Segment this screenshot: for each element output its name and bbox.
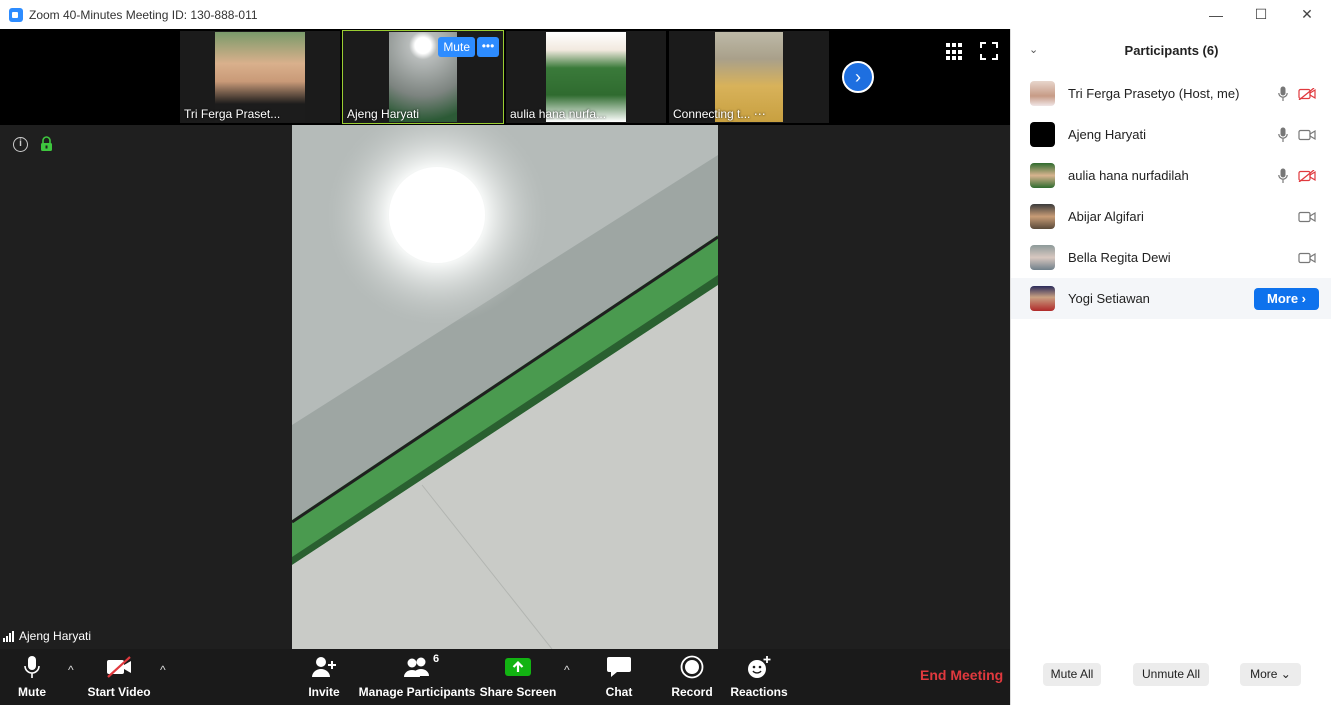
video-thumbnail[interactable]: Connecting t... ⋯ xyxy=(669,31,829,123)
participant-row[interactable]: Abijar Algifari xyxy=(1011,196,1331,237)
speaker-name-label: Ajeng Haryati xyxy=(3,629,91,643)
zoom-app-icon xyxy=(9,7,23,22)
active-speaker-video xyxy=(292,125,718,649)
avatar xyxy=(1030,245,1055,270)
thumbnail-name: Connecting t... ⋯ xyxy=(673,107,766,121)
video-area: Tri Ferga Praset... Mute ••• Ajeng Harya… xyxy=(0,29,1010,649)
thumbnail-name: Tri Ferga Praset... xyxy=(184,107,281,121)
microphone-icon[interactable] xyxy=(1278,127,1288,143)
avatar xyxy=(1030,81,1055,106)
signal-strength-icon xyxy=(3,630,14,642)
mute-button[interactable]: Mute xyxy=(12,649,52,705)
add-person-icon xyxy=(311,649,337,685)
title-bar: Zoom 40-Minutes Meeting ID: 130-888-011 … xyxy=(0,0,1331,29)
gallery-view-icon[interactable] xyxy=(946,43,964,61)
audio-options-caret[interactable]: ^ xyxy=(68,663,74,677)
avatar xyxy=(1030,286,1055,311)
close-button[interactable]: ✕ xyxy=(1284,0,1330,29)
microphone-icon[interactable] xyxy=(1278,86,1288,102)
participants-panel-footer: Mute All Unmute All More ⌄ xyxy=(1011,663,1331,687)
record-icon xyxy=(680,649,704,685)
participant-name: Yogi Setiawan xyxy=(1068,291,1150,306)
participant-name: Abijar Algifari xyxy=(1068,209,1144,224)
participants-panel: Participants (6) ⌄ Tri Ferga Prasetyo (H… xyxy=(1010,29,1331,705)
smiley-add-icon xyxy=(747,649,771,685)
participants-title: Participants (6) xyxy=(1124,43,1219,58)
start-video-button[interactable]: Start Video xyxy=(87,649,151,705)
chat-bubble-icon xyxy=(606,649,632,685)
share-screen-button[interactable]: Share Screen xyxy=(480,649,556,705)
chat-button[interactable]: Chat xyxy=(600,649,638,705)
video-options-caret[interactable]: ^ xyxy=(160,663,166,677)
participant-name: Ajeng Haryati xyxy=(1068,127,1147,142)
participant-name: Tri Ferga Prasetyo (Host, me) xyxy=(1068,86,1240,101)
microphone-icon[interactable] xyxy=(1278,168,1288,184)
collapse-chevron-icon[interactable]: ⌄ xyxy=(1029,43,1038,56)
video-on-icon[interactable] xyxy=(1298,211,1316,223)
reactions-button[interactable]: Reactions xyxy=(730,649,788,705)
video-thumbnail[interactable]: aulia hana nurfa... xyxy=(506,31,666,123)
share-options-caret[interactable]: ^ xyxy=(564,663,570,677)
video-on-icon[interactable] xyxy=(1298,252,1316,264)
end-meeting-button[interactable]: End Meeting xyxy=(920,667,1003,683)
minimize-button[interactable]: — xyxy=(1193,0,1239,29)
video-off-icon xyxy=(105,649,133,685)
microphone-icon xyxy=(24,649,40,685)
record-button[interactable]: Record xyxy=(670,649,714,705)
video-off-icon[interactable] xyxy=(1298,87,1316,100)
participant-row[interactable]: Yogi Setiawan More › xyxy=(1011,278,1331,319)
video-off-icon[interactable] xyxy=(1298,169,1316,182)
unmute-all-button[interactable]: Unmute All xyxy=(1133,663,1209,686)
more-options-dropdown[interactable]: More ⌄ xyxy=(1240,663,1301,686)
participant-name: aulia hana nurfadilah xyxy=(1068,168,1189,183)
participant-count-badge: 6 xyxy=(433,653,440,665)
avatar xyxy=(1030,163,1055,188)
thumbnail-strip: Tri Ferga Praset... Mute ••• Ajeng Harya… xyxy=(0,29,1010,125)
thumbnail-name: aulia hana nurfa... xyxy=(510,107,607,121)
more-options-button[interactable]: ••• xyxy=(477,37,499,57)
share-screen-icon xyxy=(504,649,532,685)
mute-all-button[interactable]: Mute All xyxy=(1043,663,1101,686)
participant-row[interactable]: Bella Regita Dewi xyxy=(1011,237,1331,278)
video-thumbnail[interactable]: Tri Ferga Praset... xyxy=(180,31,340,123)
thumbnail-name: Ajeng Haryati xyxy=(347,107,420,121)
participant-row[interactable]: Ajeng Haryati xyxy=(1011,114,1331,155)
fullscreen-icon[interactable] xyxy=(980,42,998,60)
participants-icon xyxy=(402,649,432,685)
participants-panel-header: Participants (6) ⌄ xyxy=(1011,29,1331,73)
avatar xyxy=(1030,204,1055,229)
invite-button[interactable]: Invite xyxy=(304,649,344,705)
maximize-button[interactable]: ☐ xyxy=(1238,0,1284,29)
meeting-info-icon[interactable]: i xyxy=(13,137,28,152)
participant-row[interactable]: aulia hana nurfadilah xyxy=(1011,155,1331,196)
participant-more-button[interactable]: More › xyxy=(1254,287,1319,310)
meeting-toolbar: Mute ^ Start Video ^ Invite Manage Parti… xyxy=(0,649,1010,705)
encryption-lock-icon[interactable] xyxy=(40,136,53,152)
avatar xyxy=(1030,122,1055,147)
video-on-icon[interactable] xyxy=(1298,129,1316,141)
participant-name: Bella Regita Dewi xyxy=(1068,250,1171,265)
participant-row[interactable]: Tri Ferga Prasetyo (Host, me) xyxy=(1011,73,1331,114)
mute-participant-button[interactable]: Mute xyxy=(438,37,475,57)
window-title: Zoom 40-Minutes Meeting ID: 130-888-011 xyxy=(29,7,258,22)
video-thumbnail-active[interactable]: Mute ••• Ajeng Haryati xyxy=(342,30,504,124)
active-speaker-video-frame xyxy=(292,125,718,649)
manage-participants-button[interactable]: Manage Participants xyxy=(359,649,475,705)
speaker-name: Ajeng Haryati xyxy=(19,629,92,643)
next-page-button[interactable]: › xyxy=(842,61,874,93)
